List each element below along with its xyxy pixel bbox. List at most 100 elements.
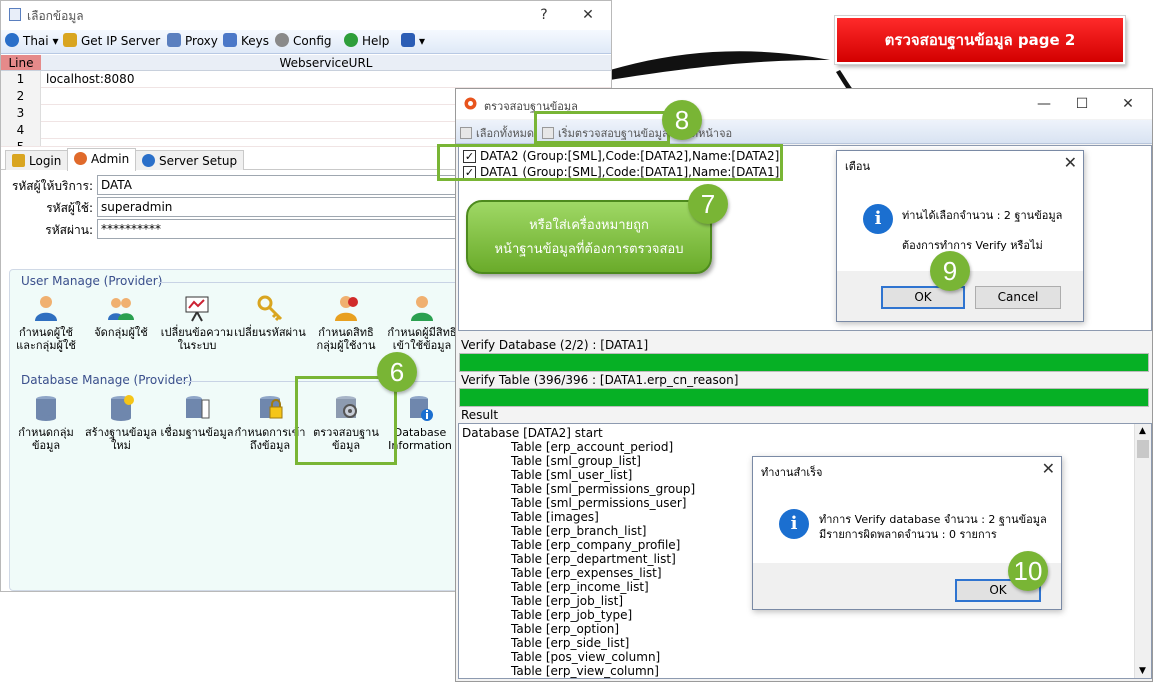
database-info-icon bbox=[410, 396, 433, 421]
item-label: และกลุ่มผู้ใช้ bbox=[16, 339, 76, 352]
menu-thai[interactable]: Thai ▾ bbox=[5, 33, 58, 50]
dialog-title: ทำงานสำเร็จ bbox=[761, 466, 823, 479]
group-database-manage: Database Manage (Provider) bbox=[21, 373, 193, 387]
close-button[interactable]: ✕ bbox=[1113, 93, 1143, 115]
item-label: กำหนดผู้มีสิทธิ bbox=[387, 326, 457, 339]
log-line: Table [erp_job_type] bbox=[511, 608, 633, 622]
log-line: Table [erp_income_list] bbox=[511, 580, 649, 594]
user-access-item[interactable]: กำหนดผู้มีสิทธิ เข้าใช้ข้อมูล bbox=[378, 294, 466, 352]
step-badge-8: 8 bbox=[662, 100, 702, 140]
menu-save[interactable]: ▾ bbox=[401, 33, 425, 50]
menu-help[interactable]: Help bbox=[344, 33, 389, 50]
log-line: Database [DATA2] start bbox=[462, 426, 603, 440]
tab-login[interactable]: Login bbox=[5, 150, 69, 170]
menu-label: Thai bbox=[23, 34, 49, 48]
log-line: Table [images] bbox=[511, 510, 599, 524]
scroll-thumb[interactable] bbox=[1137, 440, 1149, 458]
log-line: Table [erp_expenses_list] bbox=[511, 566, 662, 580]
users-icon bbox=[223, 33, 237, 47]
minimize-button[interactable]: — bbox=[1029, 93, 1059, 115]
tab-admin[interactable]: Admin bbox=[67, 148, 137, 171]
lock-database-icon bbox=[260, 396, 283, 419]
step-badge-7: 7 bbox=[688, 184, 728, 224]
cancel-button[interactable]: Cancel bbox=[975, 286, 1061, 309]
info-icon: i bbox=[863, 204, 893, 234]
menu-label: Get IP Server bbox=[81, 34, 161, 48]
tab-label: Server Setup bbox=[159, 154, 238, 168]
verify-database-status: Verify Database (2/2) : [DATA1] bbox=[461, 338, 649, 352]
scroll-down-icon[interactable]: ▼ bbox=[1139, 666, 1146, 676]
item-label: สร้างฐานข้อมูล bbox=[84, 426, 158, 439]
proxy-icon bbox=[167, 33, 181, 47]
verify-table-progress bbox=[459, 388, 1149, 407]
column-header-url[interactable]: WebserviceURL bbox=[41, 55, 611, 71]
new-database-icon bbox=[111, 395, 134, 421]
page-banner: ตรวจสอบฐานข้อมูล page 2 bbox=[835, 16, 1125, 64]
menu-config[interactable]: Config bbox=[275, 33, 332, 50]
database-icon bbox=[36, 396, 56, 421]
step-badge-9: 9 bbox=[930, 251, 970, 291]
highlight-database-list bbox=[437, 144, 783, 181]
help-button[interactable]: ? bbox=[529, 4, 559, 26]
app-icon bbox=[464, 97, 477, 110]
row-number: 1 bbox=[1, 71, 41, 88]
highlight-verify-icon bbox=[295, 376, 397, 465]
verify-database-progress bbox=[459, 353, 1149, 372]
vertical-scrollbar[interactable]: ▲ ▼ bbox=[1134, 424, 1151, 678]
result-label: Result bbox=[461, 408, 499, 422]
confirm-dialog: เตือน ✕ i ท่านได้เลือกจำนวน : 2 ฐานข้อมู… bbox=[836, 150, 1084, 322]
provider-code-label: รหัสผู้ให้บริการ: bbox=[11, 179, 93, 193]
group-user-manage: User Manage (Provider) bbox=[21, 274, 163, 288]
tab-label: Admin bbox=[91, 152, 130, 166]
user-group-item[interactable]: จัดกลุ่มผู้ใช้ bbox=[77, 294, 165, 339]
log-line: Table [erp_branch_list] bbox=[511, 524, 647, 538]
info-icon: i bbox=[779, 509, 809, 539]
step-badge-6: 6 bbox=[377, 352, 417, 392]
column-header-line[interactable]: Line bbox=[1, 55, 41, 71]
user-code-label: รหัสผู้ใช้: bbox=[46, 201, 93, 215]
presentation-icon bbox=[185, 296, 209, 322]
row-number: 4 bbox=[1, 122, 41, 139]
callout-bubble: หรือใส่เครื่องหมายถูก หน้าฐานข้อมูลที่ต้… bbox=[466, 200, 712, 274]
tab-server-setup[interactable]: Server Setup bbox=[135, 150, 245, 170]
dialog-message: ต้องการทำการ Verify หรือไม่ bbox=[902, 239, 1043, 252]
item-label: กำหนดสิทธิ bbox=[318, 326, 374, 339]
help-icon bbox=[344, 33, 358, 47]
log-line: Table [erp_view_column] bbox=[511, 664, 659, 678]
dialog-message: มีรายการผิดพลาดจำนวน : 0 รายการ bbox=[819, 528, 997, 541]
menu-keys[interactable]: Keys bbox=[223, 33, 269, 50]
group-permission-icon bbox=[335, 296, 358, 321]
scroll-up-icon[interactable]: ▲ bbox=[1139, 426, 1146, 436]
menu-get-ip-server[interactable]: Get IP Server bbox=[63, 33, 160, 50]
log-line: Table [erp_department_list] bbox=[511, 552, 676, 566]
dialog-close-button[interactable]: ✕ bbox=[1042, 459, 1055, 478]
save-icon bbox=[401, 33, 415, 47]
menu-label: Keys bbox=[241, 34, 270, 48]
user-access-icon bbox=[411, 296, 433, 321]
dialog-message: ท่านได้เลือกจำนวน : 2 ฐานข้อมูล bbox=[902, 209, 1063, 222]
select-all-button[interactable]: เลือกทั้งหมด bbox=[460, 124, 534, 142]
window-title: เลือกข้อมูล bbox=[27, 9, 84, 23]
dialog-close-button[interactable]: ✕ bbox=[1064, 153, 1077, 172]
new-database-item[interactable]: สร้างฐานข้อมูล ใหม่ bbox=[77, 394, 165, 452]
log-line: Table [erp_job_list] bbox=[511, 594, 624, 608]
log-line: Table [erp_option] bbox=[511, 622, 620, 636]
maximize-button[interactable]: ☐ bbox=[1067, 93, 1097, 115]
row-number: 5 bbox=[1, 139, 41, 146]
change-password-item[interactable]: เปลี่ยนรหัสผ่าน bbox=[226, 294, 314, 339]
dialog-title: เตือน bbox=[845, 160, 871, 173]
table-row[interactable]: 1 localhost:8080 bbox=[1, 71, 611, 88]
globe-icon bbox=[5, 33, 19, 47]
item-label: จัดกลุ่มผู้ใช้ bbox=[94, 326, 148, 339]
menu-proxy[interactable]: Proxy bbox=[167, 33, 218, 50]
app-icon bbox=[9, 8, 21, 21]
log-line: Table [erp_account_period] bbox=[511, 440, 674, 454]
keys-icon bbox=[257, 295, 283, 322]
admin-icon bbox=[74, 152, 87, 165]
group-permission-item[interactable]: กำหนดสิทธิ กลุ่มผู้ใช้งาน bbox=[302, 294, 390, 352]
close-button[interactable]: ✕ bbox=[573, 4, 603, 26]
log-line: Table [sml_permissions_group] bbox=[511, 482, 696, 496]
log-line: Table [erp_company_profile] bbox=[511, 538, 681, 552]
globe-icon bbox=[142, 154, 155, 167]
row-url[interactable]: localhost:8080 bbox=[46, 71, 134, 88]
